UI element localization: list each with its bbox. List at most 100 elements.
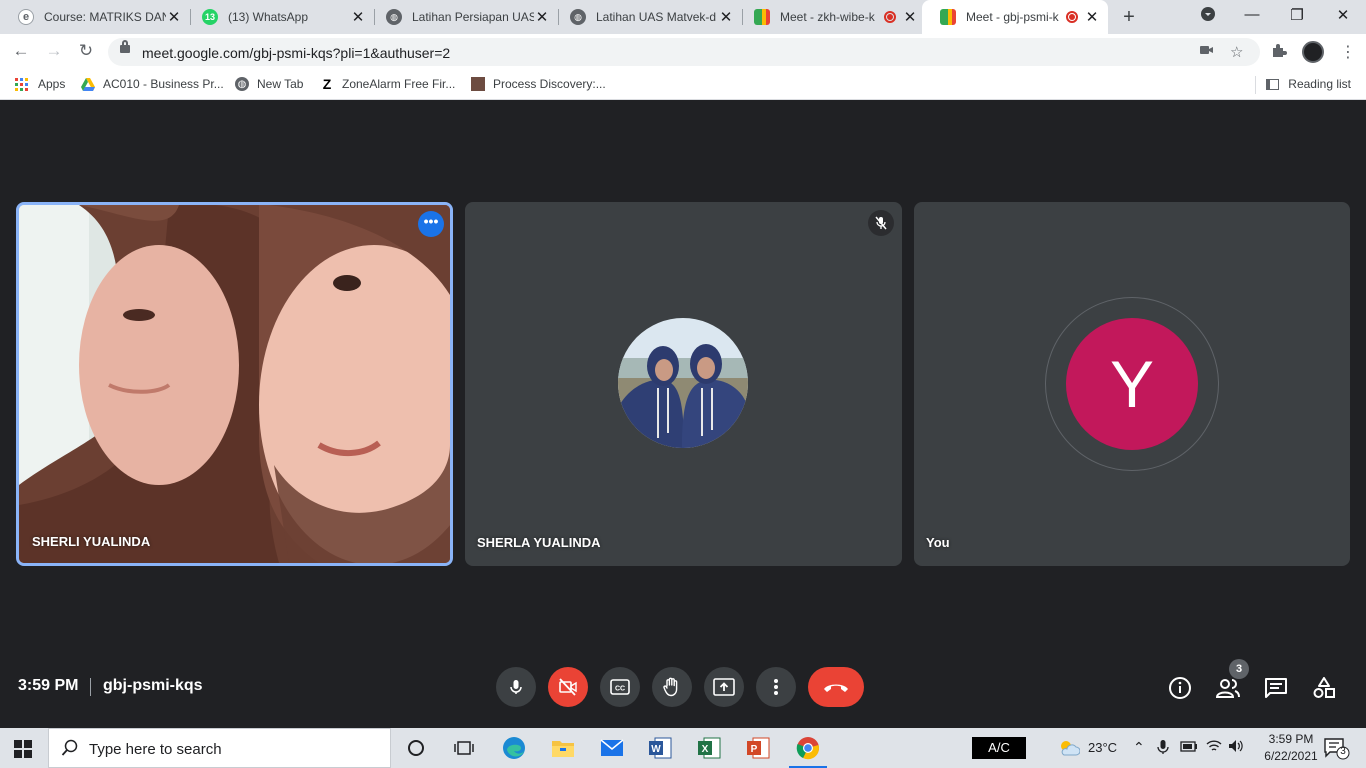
reload-icon[interactable]: ↻ bbox=[75, 41, 97, 61]
excel-icon[interactable]: X bbox=[694, 734, 724, 762]
mail-icon[interactable] bbox=[597, 734, 627, 762]
camera-toggle-button[interactable] bbox=[548, 667, 588, 707]
more-options-button[interactable] bbox=[756, 667, 796, 707]
present-screen-button[interactable] bbox=[704, 667, 744, 707]
windows-start-icon[interactable] bbox=[14, 740, 32, 758]
word-icon[interactable]: W bbox=[645, 734, 675, 762]
closed-captions-icon: CC bbox=[610, 679, 630, 695]
reading-list-button[interactable]: Reading list bbox=[1266, 77, 1351, 91]
bookmark-label: Apps bbox=[38, 77, 66, 91]
reading-list-icon bbox=[1266, 78, 1280, 90]
tab-whatsapp[interactable]: 13 (13) WhatsApp ✕ bbox=[184, 0, 374, 34]
minimize-icon[interactable]: — bbox=[1240, 6, 1264, 23]
svg-text:CC: CC bbox=[615, 686, 625, 693]
notifications-icon[interactable]: 3 bbox=[1324, 738, 1350, 765]
captions-button[interactable]: CC bbox=[600, 667, 640, 707]
tab-meet-zkh[interactable]: Meet - zkh-wibe-k ✕ bbox=[736, 0, 926, 34]
taskbar-search-box[interactable]: Type here to search bbox=[48, 728, 391, 768]
restore-icon[interactable]: ❐ bbox=[1285, 6, 1309, 24]
svg-text:W: W bbox=[651, 744, 661, 755]
bookmark-ac010[interactable]: AC010 - Business Pr... bbox=[81, 77, 224, 91]
people-icon bbox=[1215, 679, 1240, 698]
participant-tile-video[interactable]: ••• SHERLI YUALINDA bbox=[16, 202, 453, 566]
meet-stage: ••• SHERLI YUALINDA SHERLA YUALINDA Y Yo… bbox=[0, 101, 1366, 728]
notification-count: 3 bbox=[1340, 746, 1346, 757]
chrome-menu-icon[interactable]: ⋮ bbox=[1340, 42, 1356, 62]
recording-indicator-icon bbox=[1066, 11, 1078, 23]
close-window-icon[interactable]: ✕ bbox=[1331, 6, 1355, 24]
bookmark-label: New Tab bbox=[257, 77, 304, 91]
ac-indicator[interactable]: A/C bbox=[972, 737, 1026, 759]
close-tab-icon[interactable]: ✕ bbox=[534, 8, 550, 26]
file-explorer-icon[interactable] bbox=[548, 734, 578, 762]
temperature-text[interactable]: 23°C bbox=[1088, 740, 1117, 755]
tab-search-icon[interactable] bbox=[1196, 6, 1220, 26]
camera-icon[interactable] bbox=[1200, 43, 1214, 61]
microphone-tray-icon[interactable] bbox=[1157, 739, 1169, 758]
tab-latihan-persiapan[interactable]: ◍ Latihan Persiapan UAS ✕ bbox=[368, 0, 558, 34]
tab-title: Latihan Persiapan UAS bbox=[412, 10, 534, 24]
new-tab-button[interactable]: + bbox=[1119, 6, 1139, 29]
close-tab-icon[interactable]: ✕ bbox=[718, 8, 734, 26]
mic-muted-icon bbox=[868, 210, 894, 236]
close-tab-icon[interactable]: ✕ bbox=[902, 8, 918, 26]
edge-browser-icon[interactable] bbox=[499, 734, 529, 762]
activities-button[interactable] bbox=[1311, 675, 1337, 701]
extensions-icon[interactable] bbox=[1271, 42, 1287, 63]
recording-indicator-icon bbox=[884, 11, 896, 23]
browser-toolbar: ← → ↻ meet.google.com/gbj-psmi-kqs?pli=1… bbox=[0, 34, 1366, 70]
bookmark-apps[interactable]: Apps bbox=[15, 77, 65, 91]
windows-taskbar: Type here to search W X P A/C 23°C ⌃ 3:5… bbox=[0, 728, 1366, 768]
weather-icon[interactable] bbox=[1058, 739, 1081, 760]
info-icon bbox=[1169, 677, 1191, 699]
lock-icon[interactable] bbox=[120, 40, 130, 53]
forward-icon[interactable]: → bbox=[43, 41, 65, 61]
microphone-button[interactable] bbox=[496, 667, 536, 707]
show-hidden-icons-icon[interactable]: ⌃ bbox=[1133, 739, 1145, 756]
meeting-time: 3:59 PM bbox=[18, 677, 79, 694]
whatsapp-icon: 13 bbox=[202, 9, 218, 25]
system-clock[interactable]: 3:59 PM 6/22/2021 bbox=[1255, 731, 1327, 765]
task-view-icon[interactable] bbox=[449, 734, 479, 762]
close-tab-icon[interactable]: ✕ bbox=[166, 8, 182, 26]
battery-icon[interactable] bbox=[1180, 739, 1198, 756]
powerpoint-icon[interactable]: P bbox=[743, 734, 773, 762]
e-learning-icon: e bbox=[18, 9, 34, 25]
bookmark-label: ZoneAlarm Free Fir... bbox=[342, 77, 456, 91]
address-bar[interactable]: meet.google.com/gbj-psmi-kqs?pli=1&authu… bbox=[108, 38, 1260, 66]
close-tab-icon[interactable]: ✕ bbox=[1084, 8, 1100, 26]
participant-tile-avatar[interactable]: SHERLA YUALINDA bbox=[465, 202, 902, 566]
bookmark-process-discovery[interactable]: Process Discovery:... bbox=[471, 77, 606, 91]
bookmark-new-tab[interactable]: ◍ New Tab bbox=[235, 77, 303, 91]
back-icon[interactable]: ← bbox=[10, 41, 32, 61]
bookmark-star-icon[interactable]: ☆ bbox=[1230, 43, 1243, 61]
volume-icon[interactable] bbox=[1228, 739, 1244, 756]
activities-icon bbox=[1313, 677, 1335, 698]
tab-meet-gbj[interactable]: Meet - gbj-psmi-k ✕ bbox=[922, 0, 1108, 34]
tab-course[interactable]: e Course: MATRIKS DAN ✕ bbox=[0, 0, 190, 34]
tab-latihan-uas[interactable]: ◍ Latihan UAS Matvek-d ✕ bbox=[552, 0, 742, 34]
chat-button[interactable] bbox=[1263, 675, 1289, 701]
tab-title: Course: MATRIKS DAN bbox=[44, 10, 166, 24]
leave-call-button[interactable] bbox=[808, 667, 864, 707]
meeting-details-button[interactable] bbox=[1167, 675, 1193, 701]
chrome-icon[interactable] bbox=[789, 734, 827, 768]
close-tab-icon[interactable]: ✕ bbox=[350, 8, 366, 26]
participant-tile-self[interactable]: Y You bbox=[914, 202, 1350, 566]
url-text[interactable]: meet.google.com/gbj-psmi-kqs?pli=1&authu… bbox=[142, 45, 450, 61]
raise-hand-icon bbox=[663, 677, 678, 697]
wifi-icon[interactable] bbox=[1206, 739, 1222, 756]
reading-list-label: Reading list bbox=[1288, 77, 1351, 91]
participant-name: SHERLA YUALINDA bbox=[477, 535, 601, 550]
tab-title: (13) WhatsApp bbox=[228, 10, 309, 24]
bookmark-zonealarm[interactable]: Z ZoneAlarm Free Fir... bbox=[320, 76, 456, 92]
chat-icon bbox=[1265, 678, 1287, 698]
participant-name: You bbox=[926, 535, 950, 550]
cortana-icon[interactable] bbox=[401, 734, 431, 762]
zonealarm-icon: Z bbox=[322, 76, 332, 92]
more-options-icon[interactable]: ••• bbox=[418, 211, 444, 237]
camera-off-icon bbox=[559, 678, 577, 696]
raise-hand-button[interactable] bbox=[652, 667, 692, 707]
process-icon bbox=[471, 77, 485, 91]
profile-avatar[interactable] bbox=[1302, 41, 1324, 63]
